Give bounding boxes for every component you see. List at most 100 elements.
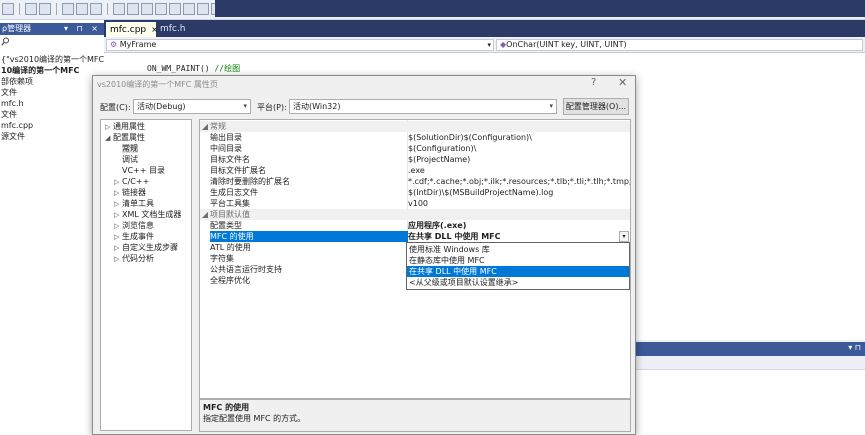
property-row[interactable]: 目标文件扩展名 .exe (200, 165, 630, 176)
collapse-icon[interactable]: ◢ (200, 121, 210, 132)
solution-tree-item[interactable]: {"vs2010编译的第一个MFC"(1 (0, 54, 104, 65)
category-label: 常规 (210, 122, 226, 131)
chevron-down-icon[interactable]: ▾ (487, 40, 491, 50)
chevron-down-icon[interactable]: ▾ (243, 100, 247, 113)
toolbar-button-icon[interactable] (25, 3, 37, 15)
property-name: 输出目录 (210, 133, 242, 142)
tree-item-c-cpp[interactable]: ▷ C/C++ (101, 176, 191, 187)
toolbar-button-icon[interactable] (2, 3, 14, 15)
dropdown-option[interactable]: 在静态库中使用 MFC (407, 255, 629, 266)
property-row[interactable]: 中间目录 $(Configuration)\ (200, 143, 630, 154)
platform-select[interactable]: 活动(Win32) ▾ (289, 99, 557, 114)
property-name: 平台工具集 (210, 199, 250, 208)
property-description-panel: MFC 的使用 指定配置使用 MFC 的方式。 (199, 399, 631, 432)
toolbar-button-icon[interactable] (155, 3, 167, 15)
editor-tab-strip: mfc.cpp × mfc.h (104, 20, 865, 37)
tree-item-custom-build-step[interactable]: ▷ 自定义生成步骤 (101, 242, 191, 253)
tree-item-label: C/C++ (122, 177, 150, 186)
tree-item-linker[interactable]: ▷ 链接器 (101, 187, 191, 198)
solution-tree-item[interactable]: 文件 (0, 87, 104, 98)
dropdown-option[interactable]: 使用标准 Windows 库 (407, 244, 629, 255)
navigation-bar: ⚙ MyFrame ▾ ◆OnChar(UINT key, UINT, UINT… (104, 37, 865, 53)
member-selector-value: OnChar(UINT key, UINT, UINT) (506, 40, 627, 49)
tab-mfc-h[interactable]: mfc.h (156, 22, 196, 37)
tree-item-label: 生成事件 (122, 232, 154, 241)
dialog-title: vs2010编译的第一个MFC 属性页 (97, 80, 218, 89)
chevron-down-icon[interactable]: ▾ (549, 100, 553, 113)
tree-item-label: 配置属性 (113, 133, 145, 142)
toolbar-button-icon[interactable] (127, 3, 139, 15)
toolbar-button-icon[interactable] (76, 3, 88, 15)
tree-item-label: 代码分析 (122, 254, 154, 263)
collapse-icon[interactable]: ◢ (200, 209, 210, 220)
toolbar-button-icon[interactable] (169, 3, 181, 15)
tree-item-manifest-tool[interactable]: ▷ 清单工具 (101, 198, 191, 209)
member-selector[interactable]: ◆OnChar(UINT key, UINT, UINT) (496, 39, 863, 51)
configuration-select[interactable]: 活动(Debug) ▾ (133, 99, 251, 114)
expand-icon[interactable]: ▷ (114, 254, 122, 265)
property-value: $(IntDir)\$(MSBuildProjectName).log (408, 188, 554, 197)
property-row[interactable]: 平台工具集 v100 (200, 198, 630, 209)
solution-tree-item[interactable]: 源文件 (0, 131, 104, 142)
solution-search-bar[interactable] (0, 37, 104, 48)
search-icon[interactable] (1, 37, 10, 46)
class-selector[interactable]: ⚙ MyFrame ▾ (106, 39, 494, 51)
tree-item-configuration-properties[interactable]: ◢ 配置属性 (101, 132, 191, 143)
solution-explorer-title: ρ管理器 (2, 24, 32, 33)
solution-tree-item[interactable]: 10编译的第一个MFC (0, 65, 104, 76)
toolbar-button-icon[interactable] (90, 3, 102, 15)
chevron-down-icon[interactable]: ▾ (619, 231, 629, 242)
tree-item-label: 通用属性 (113, 122, 145, 131)
help-button[interactable]: ? (591, 77, 596, 88)
tree-item-debugging[interactable]: 调试 (101, 154, 191, 165)
tree-item-common-properties[interactable]: ▷ 通用属性 (101, 121, 191, 132)
solution-tree-item[interactable]: mfc.cpp (0, 120, 104, 131)
solution-tree-item[interactable]: mfc.h (0, 98, 104, 109)
property-row[interactable]: 配置类型 应用程序(.exe) (200, 220, 630, 231)
code-comment: //绘图 (214, 64, 241, 73)
tree-item-vc-directories[interactable]: VC++ 目录 (101, 165, 191, 176)
toolbar-button-icon[interactable] (39, 3, 51, 15)
toolbar-button-icon[interactable] (197, 3, 209, 15)
toolbar-button-icon[interactable] (62, 3, 74, 15)
toolbar-button-icon[interactable] (141, 3, 153, 15)
toolbar-icons (2, 3, 223, 17)
configuration-manager-button[interactable]: 配置管理器(O)... (563, 98, 629, 115)
property-name: 配置类型 (210, 221, 242, 230)
tree-item-code-analysis[interactable]: ▷ 代码分析 (101, 253, 191, 264)
tree-item-xml-doc-generator[interactable]: ▷ XML 文档生成器 (101, 209, 191, 220)
category-project-defaults[interactable]: ◢ 项目默认值 (200, 209, 630, 220)
dropdown-option[interactable]: <从父级或项目默认设置继承> (407, 277, 629, 288)
tree-item-general[interactable]: 常规 (101, 143, 191, 154)
property-row[interactable]: 目标文件名 $(ProjectName) (200, 154, 630, 165)
toolbar-separator (56, 3, 57, 15)
code-text: ON_WM_PAINT() (147, 64, 210, 73)
solution-explorer-header: ρ管理器 ▾ ⊓ × (0, 23, 104, 35)
property-row[interactable]: 生成日志文件 $(IntDir)\$(MSBuildProjectName).lo… (200, 187, 630, 198)
property-name: 清除时要删除的扩展名 (210, 177, 290, 186)
ide-title-band (215, 0, 865, 17)
property-value: $(SolutionDir)$(Configuration)\ (408, 133, 532, 142)
property-name: MFC 的使用 (210, 231, 408, 242)
property-value[interactable]: 在共享 DLL 中使用 MFC (408, 231, 630, 242)
category-general[interactable]: ◢ 常规 (200, 121, 630, 132)
tree-item-label: 链接器 (122, 188, 146, 197)
solution-tree-item[interactable]: 文件 (0, 109, 104, 120)
property-name: 目标文件扩展名 (210, 166, 266, 175)
toolbar-button-icon[interactable] (183, 3, 195, 15)
dropdown-option-selected[interactable]: 在共享 DLL 中使用 MFC (407, 266, 629, 277)
tree-item-build-events[interactable]: ▷ 生成事件 (101, 231, 191, 242)
toolbar-button-icon[interactable] (113, 3, 125, 15)
tab-mfc-cpp[interactable]: mfc.cpp × (106, 22, 158, 37)
close-button[interactable]: ✕ (618, 76, 627, 89)
panel-controls[interactable]: ▾ ⊓ × (64, 23, 101, 35)
property-name: 字符集 (210, 254, 234, 263)
panel-controls[interactable]: ▾ ⊓ (848, 343, 861, 352)
property-row[interactable]: 清除时要删除的扩展名 *.cdf;*.cache;*.obj;*.ilk;*.re… (200, 176, 630, 187)
property-tree: ▷ 通用属性 ◢ 配置属性 常规 调试 VC++ 目录 ▷ C/C++ ▷ 链接器 ▷ 清… (100, 119, 192, 431)
property-row[interactable]: 输出目录 $(SolutionDir)$(Configuration)\ (200, 132, 630, 143)
property-value: v100 (408, 199, 429, 208)
solution-tree-item[interactable]: 部依赖项 (0, 76, 104, 87)
property-row-selected[interactable]: MFC 的使用 在共享 DLL 中使用 MFC ▾ (200, 231, 630, 242)
tree-item-browse-information[interactable]: ▷ 浏览信息 (101, 220, 191, 231)
